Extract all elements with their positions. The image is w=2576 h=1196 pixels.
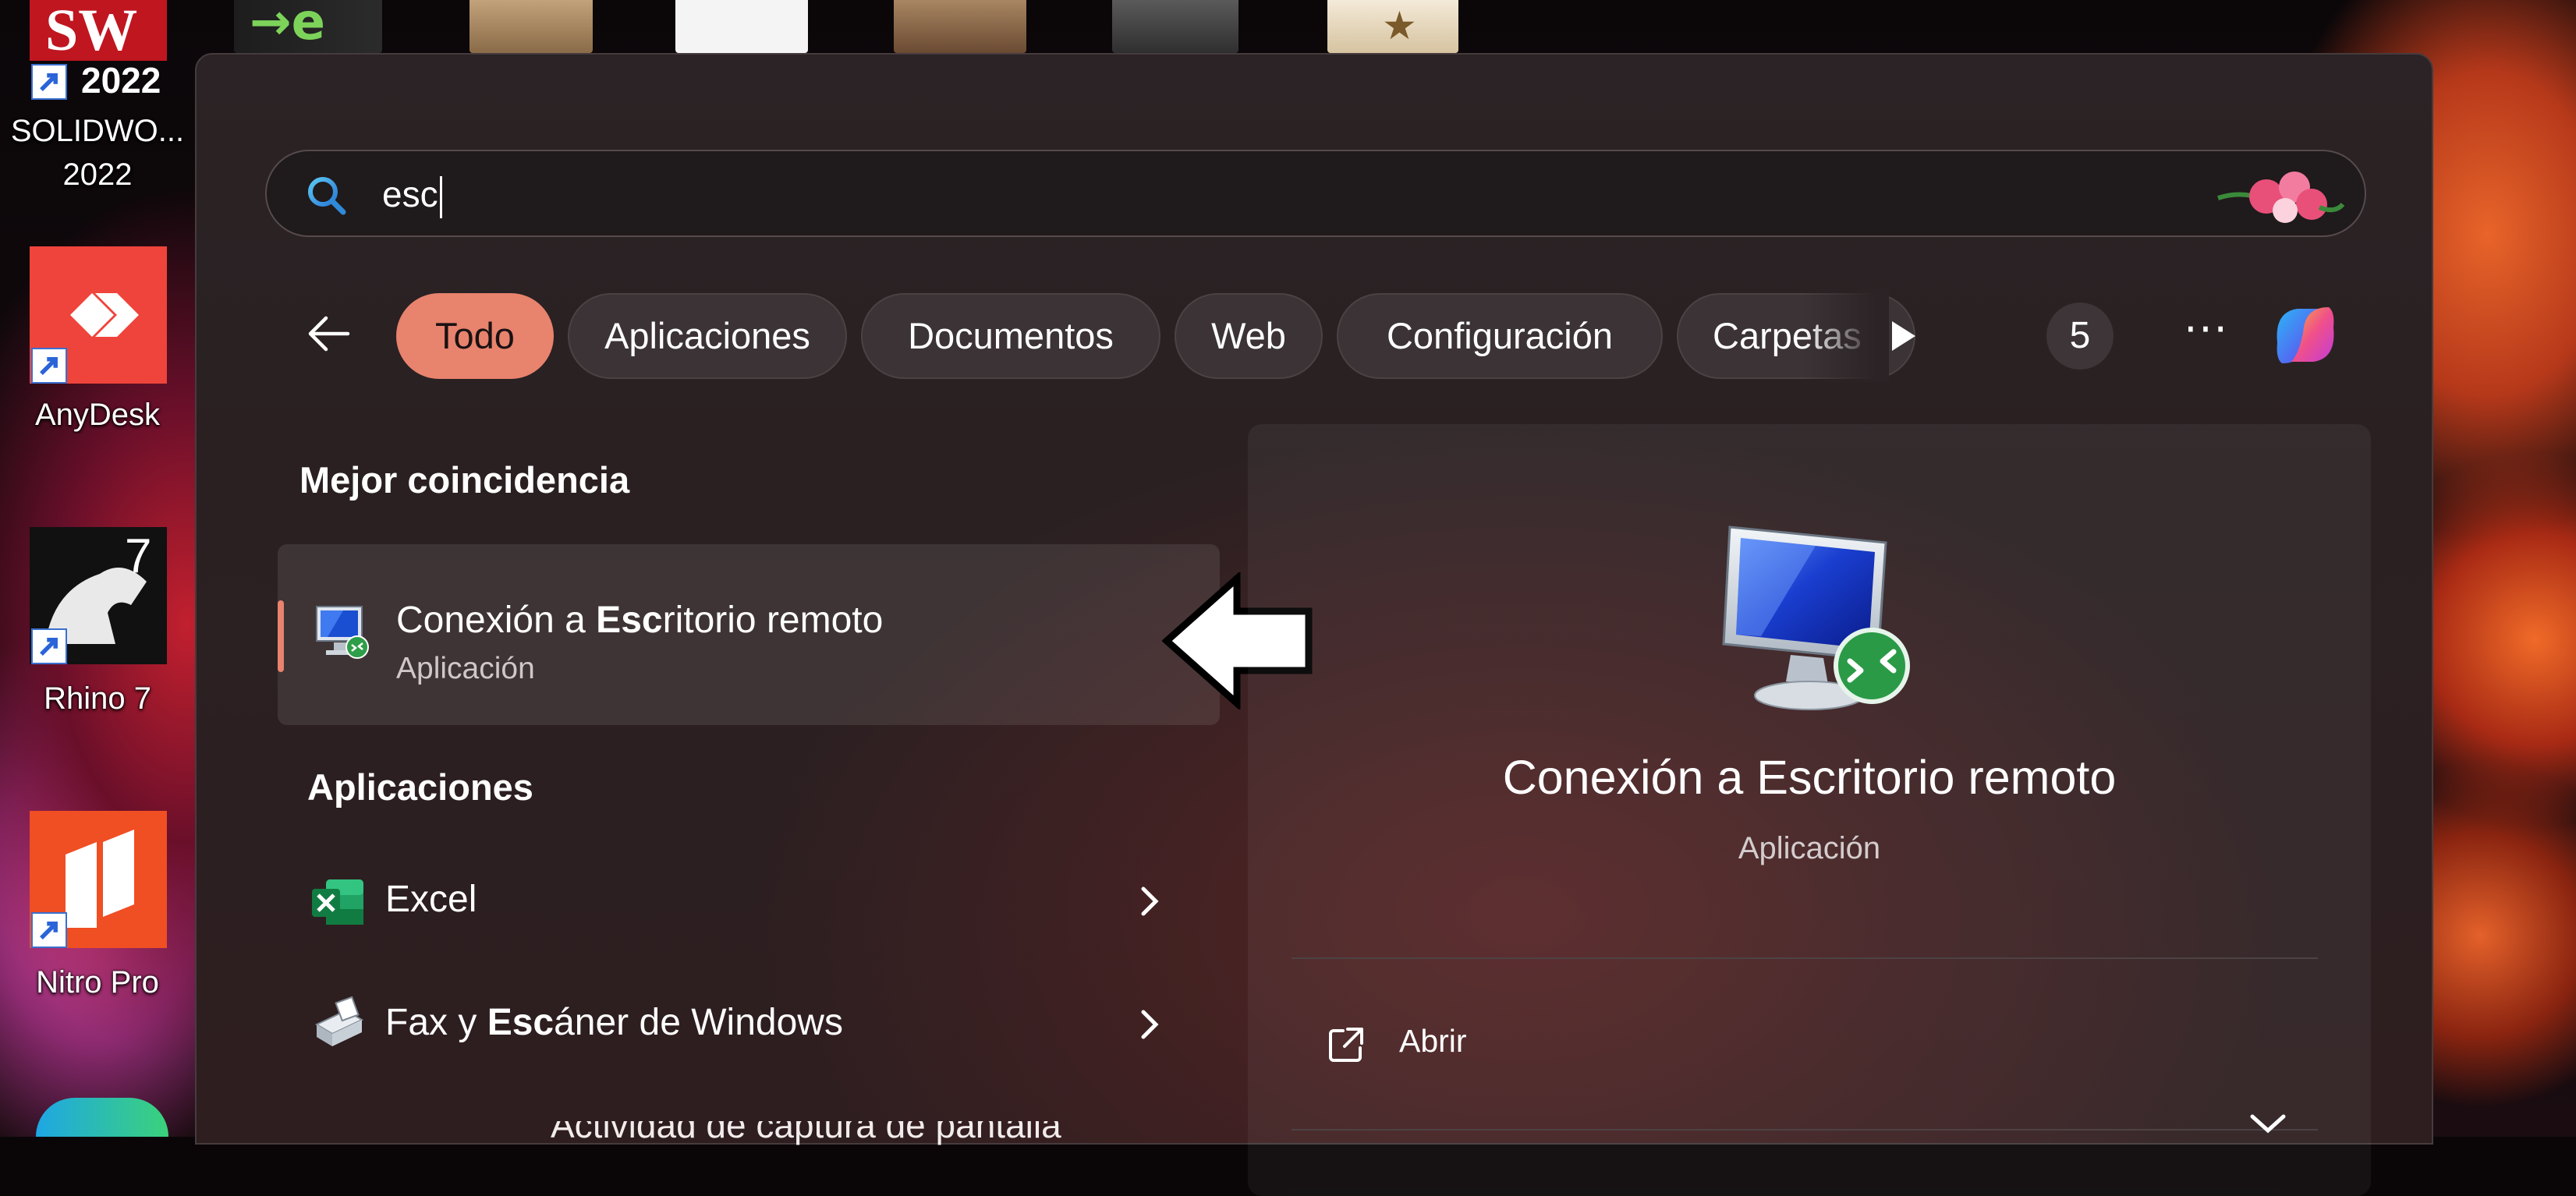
filter-chip-apps[interactable]: Aplicaciones	[568, 293, 847, 379]
open-action[interactable]: Abrir	[1292, 1009, 2318, 1084]
filter-row-fade	[1803, 288, 1889, 382]
detail-divider	[1292, 1129, 2318, 1131]
selection-indicator	[278, 600, 284, 672]
chevron-down-icon[interactable]	[2245, 1113, 2291, 1137]
filter-chip-all[interactable]: Todo	[396, 293, 554, 379]
desktop-icon-label: 2022	[62, 157, 133, 192]
search-query-text: esc	[382, 168, 442, 220]
remote-desktop-icon	[316, 606, 369, 659]
desktop-icon-label: Rhino 7	[44, 681, 151, 716]
excel-icon	[312, 879, 363, 925]
copilot-icon[interactable]	[2259, 288, 2352, 382]
desktop-icon-label: SOLIDWO...	[10, 114, 185, 148]
best-match-heading: Mejor coincidencia	[299, 459, 630, 501]
search-panel: esc Todo Aplicaciones Documentos Web Con…	[195, 53, 2433, 1196]
text-caret	[439, 175, 442, 218]
app-result-title: Excel	[385, 879, 477, 920]
solidworks-logo: SW	[30, 0, 167, 63]
flowers-doodle-icon	[2217, 172, 2345, 223]
filter-chip-settings[interactable]: Configuración	[1337, 293, 1663, 379]
rhino-tile-text: 7	[125, 529, 151, 583]
more-options-button[interactable]: ···	[2173, 303, 2240, 370]
best-match-title: Conexión a Escritorio remoto	[396, 600, 884, 641]
fax-scanner-icon	[314, 996, 364, 1046]
search-icon	[308, 177, 346, 215]
shortcut-arrow-icon	[31, 912, 67, 948]
app-result-partial[interactable]: Actividad de captura de pantalla	[551, 1121, 1097, 1152]
back-arrow-icon[interactable]	[306, 310, 353, 357]
open-external-icon	[1329, 1028, 1363, 1062]
detail-subtitle: Aplicación	[1738, 831, 1881, 865]
solidworks-tile-text: SW	[45, 0, 137, 61]
svg-text:→e: →e	[250, 0, 325, 51]
desktop-icon-thumb[interactable]: →e	[234, 0, 382, 53]
chevron-right-icon[interactable]	[1134, 878, 1165, 925]
desktop-icon-thumb[interactable]: ★	[1327, 0, 1458, 53]
filter-chip-web[interactable]: Web	[1175, 293, 1323, 379]
desktop-icon-label: Nitro Pro	[36, 965, 159, 1000]
apps-heading: Aplicaciones	[307, 766, 533, 808]
filter-chip-documents[interactable]: Documentos	[861, 293, 1160, 379]
open-action-label: Abrir	[1399, 1023, 1467, 1059]
app-result-fax-scan[interactable]: Fax y Escáner de Windows	[278, 967, 1220, 1084]
desktop-icon-thumb[interactable]	[469, 0, 593, 53]
detail-title: Conexión a Escritorio remoto	[1502, 751, 2117, 804]
best-match-subtitle: Aplicación	[396, 652, 535, 685]
scroll-right-icon[interactable]	[1883, 317, 1922, 356]
remote-desktop-large-icon	[1722, 525, 1910, 710]
result-count-badge[interactable]: 5	[2046, 303, 2114, 370]
solidworks-year-label: 2022	[81, 60, 161, 101]
best-match-result[interactable]: Conexión a Escritorio remoto Aplicación	[278, 544, 1220, 725]
detail-divider	[1292, 957, 2318, 959]
search-input[interactable]: esc	[265, 150, 2366, 237]
desktop-icon-partial[interactable]	[36, 1098, 168, 1137]
desktop-icon-thumb[interactable]	[894, 0, 1026, 53]
shortcut-arrow-icon	[31, 348, 67, 384]
shortcut-arrow-icon	[31, 64, 67, 100]
shortcut-arrow-icon	[31, 628, 67, 664]
desktop-icon-thumb[interactable]	[675, 0, 808, 53]
app-result-title: Fax y Escáner de Windows	[385, 1002, 843, 1043]
app-result-excel[interactable]: Excel	[278, 844, 1220, 961]
desktop-icon-thumb[interactable]	[1112, 0, 1238, 53]
desktop-icon-label: AnyDesk	[34, 398, 161, 432]
chevron-right-icon[interactable]	[1134, 1001, 1165, 1048]
svg-text:★: ★	[1382, 3, 1417, 48]
